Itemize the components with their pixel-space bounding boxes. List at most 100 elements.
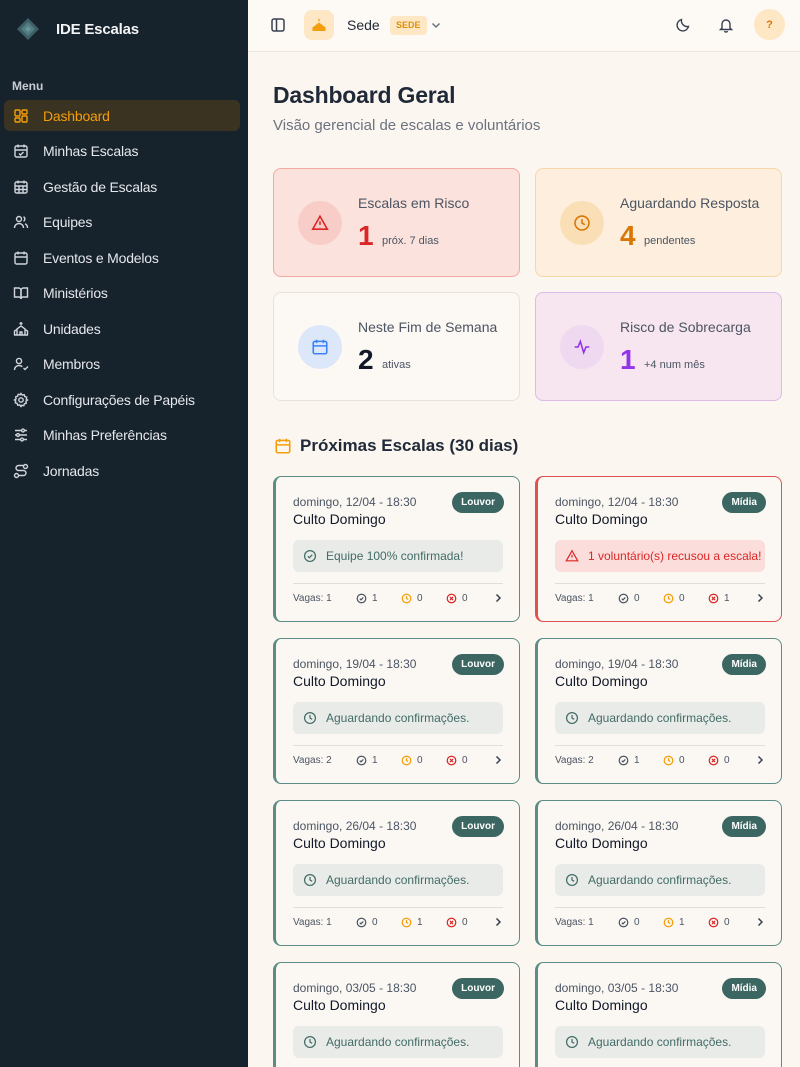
sidebar-item-minhas-preferencias[interactable]: Minhas Preferências (4, 420, 240, 451)
sidebar-item-gestao-de-escalas[interactable]: Gestão de Escalas (4, 171, 240, 202)
moon-icon[interactable] (675, 17, 691, 33)
schedule-date: domingo, 26/04 - 18:30 (555, 819, 679, 833)
sidebar-item-dashboard[interactable]: Dashboard (4, 100, 240, 131)
sidebar-item-unidades[interactable]: Unidades (4, 313, 240, 344)
chevron-right-icon[interactable] (493, 593, 503, 603)
declined-count-value: 0 (724, 916, 730, 928)
clock-icon (565, 711, 579, 725)
vagas-count: Vagas: 1 (555, 916, 594, 928)
declined-count: 1 (708, 593, 753, 604)
stat-card-neste-fim-de-semana[interactable]: Neste Fim de Semana 2 ativas (273, 292, 520, 401)
clock-icon (574, 215, 590, 231)
check-circle-icon (618, 755, 629, 765)
church-icon (312, 18, 326, 31)
help-avatar-button[interactable]: ? (754, 9, 785, 40)
layout-dashboard-icon (14, 108, 28, 123)
schedule-card[interactable]: domingo, 12/04 - 18:30 Culto Domingo Louvo… (273, 476, 520, 622)
check-circle-icon (356, 917, 367, 927)
schedule-card[interactable]: domingo, 26/04 - 18:30 Culto Domingo Louvo… (273, 800, 520, 946)
sidebar-item-membros[interactable]: Membros (4, 349, 240, 380)
pending-count-value: 0 (417, 592, 423, 604)
declined-count: 0 (708, 755, 753, 766)
stat-card-aguardando-resposta[interactable]: Aguardando Resposta 4 pendentes (535, 168, 782, 277)
confirmed-count: 1 (356, 755, 401, 766)
schedule-event-name: Culto Domingo (555, 511, 648, 527)
ministry-badge: Mídia (722, 492, 766, 513)
schedule-status: Aguardando confirmações. (555, 1026, 765, 1058)
divider (555, 583, 765, 584)
schedule-footer: Vagas: 1 0 1 0 (555, 915, 765, 929)
pending-count-value: 0 (679, 754, 685, 766)
stat-title: Neste Fim de Semana (358, 319, 498, 335)
declined-count: 0 (446, 755, 491, 766)
schedule-card[interactable]: domingo, 19/04 - 18:30 Culto Domingo Mídia… (535, 638, 782, 784)
confirmed-count-value: 0 (634, 592, 640, 604)
x-circle-icon (708, 755, 719, 765)
schedule-card[interactable]: domingo, 03/05 - 18:30 Culto Domingo Louvo… (273, 962, 520, 1067)
schedule-status: Aguardando confirmações. (293, 864, 503, 896)
alert-triangle-icon (565, 549, 579, 562)
stat-caption: próx. 7 dias (382, 235, 439, 247)
schedule-date: domingo, 03/05 - 18:30 (293, 981, 417, 995)
stat-icon-wrap (560, 201, 604, 245)
vagas-count: Vagas: 1 (293, 916, 332, 928)
chevron-right-icon[interactable] (755, 593, 765, 603)
schedule-status-text: 1 voluntário(s) recusou a escala! (588, 549, 762, 563)
chevron-right-icon[interactable] (493, 755, 503, 765)
sidebar-item-minhas-escalas[interactable]: Minhas Escalas (4, 136, 240, 167)
calendar-grid-icon (14, 180, 28, 194)
clock-icon (663, 593, 674, 603)
sidebar-item-ministerios[interactable]: Ministérios (4, 278, 240, 309)
declined-count-value: 0 (462, 754, 468, 766)
sidebar-item-jornadas[interactable]: Jornadas (4, 455, 240, 486)
unit-avatar[interactable] (304, 10, 334, 40)
sidebar-item-configuracoes-de-papeis[interactable]: Configurações de Papéis (4, 384, 240, 415)
sidebar-toggle-icon[interactable] (270, 17, 286, 33)
declined-count-value: 1 (724, 592, 730, 604)
check-circle-icon (618, 917, 629, 927)
ministry-badge: Louvor (452, 654, 504, 675)
calendar-check-icon (14, 144, 28, 158)
clock-icon (565, 873, 579, 887)
page-subtitle: Visão gerencial de escalas e voluntários (273, 117, 541, 134)
brand[interactable]: IDE Escalas (16, 16, 139, 42)
confirmed-count-value: 0 (372, 916, 378, 928)
bell-icon[interactable] (718, 17, 734, 33)
confirmed-count-value: 1 (634, 754, 640, 766)
unit-name[interactable]: Sede (347, 17, 380, 33)
schedule-card[interactable]: domingo, 12/04 - 18:30 Culto Domingo Mídia… (535, 476, 782, 622)
pending-count-value: 0 (417, 754, 423, 766)
sidebar-item-eventos-e-modelos[interactable]: Eventos e Modelos (4, 242, 240, 273)
sidebar-item-equipes[interactable]: Equipes (4, 207, 240, 238)
app-title: IDE Escalas (56, 20, 139, 38)
schedule-footer: Vagas: 2 1 0 0 (293, 753, 503, 767)
vagas-count: Vagas: 1 (555, 592, 594, 604)
ministry-badge: Mídia (722, 654, 766, 675)
schedule-card[interactable]: domingo, 03/05 - 18:30 Culto Domingo Mídia… (535, 962, 782, 1067)
stat-card-risco-de-sobrecarga[interactable]: Risco de Sobrecarga 1 +4 num mês (535, 292, 782, 401)
clock-icon (401, 593, 412, 603)
stat-value: 2 (358, 344, 374, 375)
confirmed-count: 0 (618, 917, 663, 928)
page-title: Dashboard Geral (273, 82, 456, 108)
schedule-event-name: Culto Domingo (555, 835, 648, 851)
schedule-event-name: Culto Domingo (293, 835, 386, 851)
check-circle-icon (356, 755, 367, 765)
chevron-right-icon[interactable] (755, 917, 765, 927)
x-circle-icon (446, 755, 457, 765)
calendar-icon (14, 251, 28, 265)
chevron-right-icon[interactable] (755, 755, 765, 765)
schedule-status: Equipe 100% confirmada! (293, 540, 503, 572)
clock-icon (663, 917, 674, 927)
stat-icon-wrap (560, 325, 604, 369)
stat-caption: pendentes (644, 235, 696, 247)
sidebar-nav: Dashboard Minhas Escalas Gestão de Escal… (4, 100, 240, 491)
x-circle-icon (446, 917, 457, 927)
schedule-card[interactable]: domingo, 19/04 - 18:30 Culto Domingo Louvo… (273, 638, 520, 784)
schedule-footer: Vagas: 1 0 0 1 (555, 591, 765, 605)
schedule-card[interactable]: domingo, 26/04 - 18:30 Culto Domingo Mídia… (535, 800, 782, 946)
schedule-status-text: Aguardando confirmações. (326, 873, 470, 887)
stat-card-escalas-em-risco[interactable]: Escalas em Risco 1 próx. 7 dias (273, 168, 520, 277)
chevron-right-icon[interactable] (493, 917, 503, 927)
chevron-down-icon[interactable] (430, 19, 442, 31)
